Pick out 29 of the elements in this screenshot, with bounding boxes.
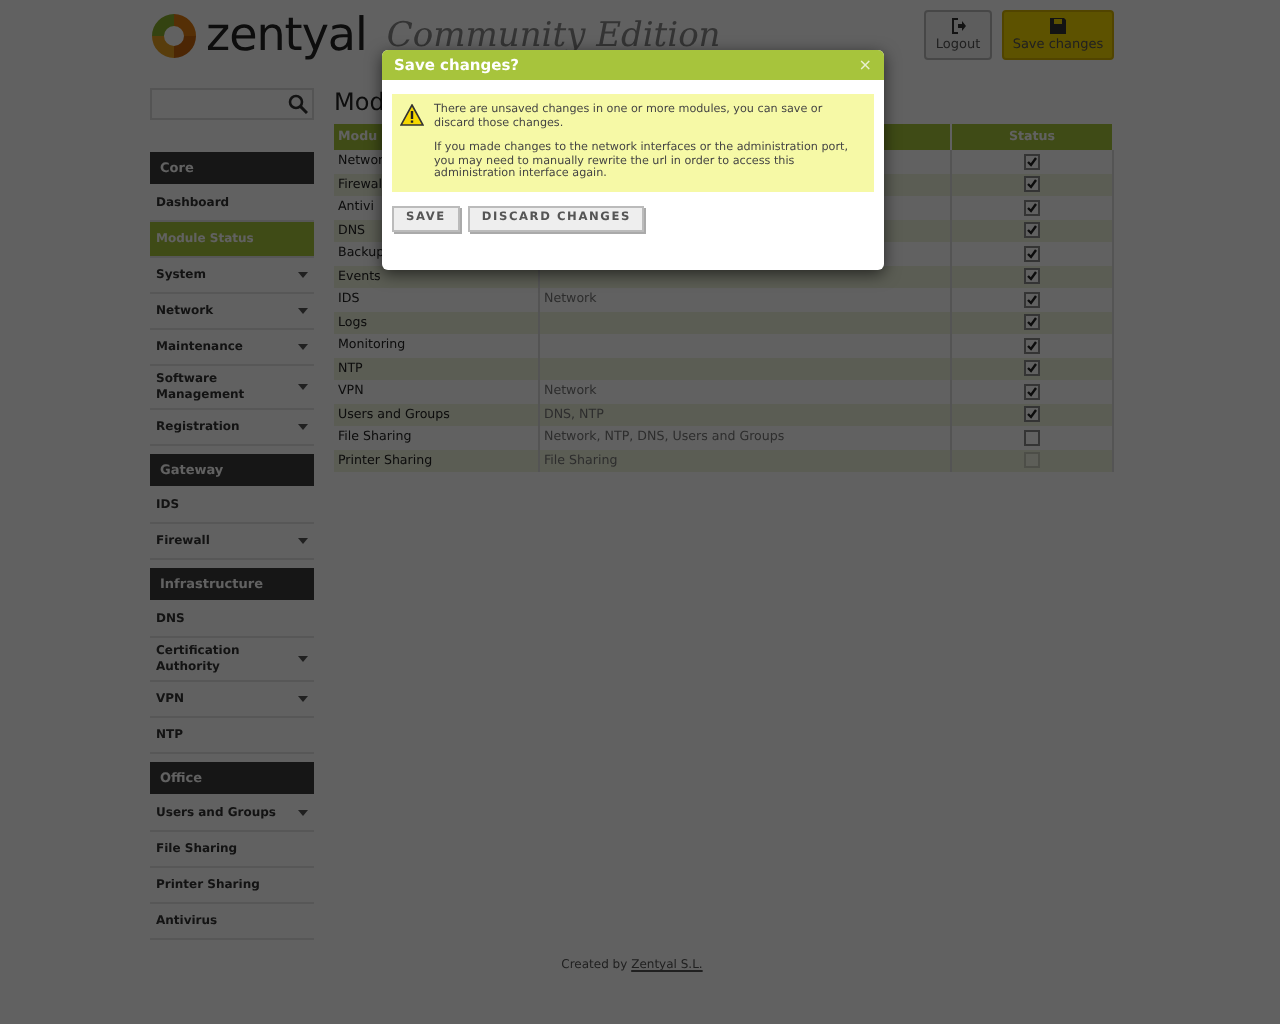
search-field[interactable] <box>150 88 314 120</box>
status-checkbox[interactable] <box>1024 383 1040 400</box>
status-checkbox[interactable] <box>1024 337 1040 354</box>
search-icon <box>288 94 308 114</box>
caret-icon <box>298 696 308 702</box>
caret-icon <box>298 538 308 544</box>
status-checkbox[interactable] <box>1024 314 1040 331</box>
logo-icon <box>150 12 198 60</box>
caret-icon <box>298 344 308 350</box>
status-checkbox[interactable] <box>1024 268 1040 285</box>
status-checkbox[interactable] <box>1024 176 1040 193</box>
caret-icon <box>298 424 308 430</box>
caret-icon <box>298 308 308 314</box>
status-checkbox[interactable] <box>1024 291 1040 308</box>
logout-icon <box>950 18 966 34</box>
caret-icon <box>298 810 308 816</box>
caret-icon <box>298 656 308 662</box>
caret-icon <box>298 384 308 390</box>
warning-icon <box>400 104 424 126</box>
close-button[interactable]: × <box>858 56 872 74</box>
status-checkbox[interactable] <box>1024 222 1040 239</box>
caret-icon <box>298 272 308 278</box>
status-checkbox[interactable] <box>1024 153 1040 170</box>
status-checkbox[interactable] <box>1024 429 1040 446</box>
status-checkbox[interactable] <box>1024 360 1040 377</box>
brand-name: zentyal <box>206 10 367 62</box>
status-checkbox[interactable] <box>1024 245 1040 262</box>
status-checkbox[interactable] <box>1024 406 1040 423</box>
status-checkbox[interactable] <box>1024 199 1040 216</box>
